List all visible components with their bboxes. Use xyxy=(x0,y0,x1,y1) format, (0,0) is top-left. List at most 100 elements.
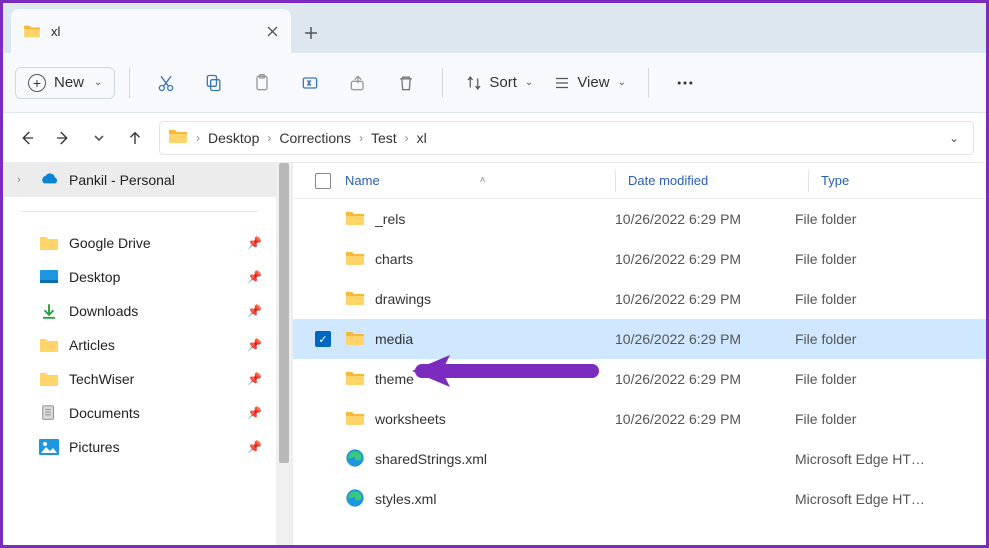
file-modified: 10/26/2022 6:29 PM xyxy=(615,331,795,347)
sidebar-item-label: TechWiser xyxy=(69,371,237,387)
folder-icon xyxy=(23,24,41,38)
sidebar-item-label: Documents xyxy=(69,405,237,421)
onedrive-icon xyxy=(39,171,59,189)
pin-icon: 📌 xyxy=(247,236,262,250)
separator xyxy=(129,68,130,98)
view-button[interactable]: View ⌄ xyxy=(545,68,634,98)
sidebar-item-techwiser[interactable]: TechWiser 📌 xyxy=(3,362,276,396)
file-row[interactable]: drawings 10/26/2022 6:29 PMFile folder xyxy=(293,279,986,319)
folder-icon xyxy=(39,234,59,252)
pin-icon: 📌 xyxy=(247,440,262,454)
downloads-icon xyxy=(39,302,59,320)
file-name: media xyxy=(375,331,413,347)
chevron-right-icon[interactable]: › xyxy=(267,131,271,145)
file-row[interactable]: charts10/26/2022 6:29 PMFile folder xyxy=(293,239,986,279)
breadcrumb-item[interactable]: Corrections xyxy=(279,130,351,146)
file-name: _rels xyxy=(375,211,405,227)
folder-icon xyxy=(345,290,365,309)
file-type: File folder xyxy=(795,211,986,227)
sort-button[interactable]: Sort ⌄ xyxy=(457,68,541,98)
new-button[interactable]: + New ⌄ xyxy=(15,67,115,99)
folder-icon xyxy=(345,410,365,429)
paste-icon[interactable] xyxy=(240,61,284,105)
nav-bar: › Desktop › Corrections › Test › xl ⌄ xyxy=(3,113,986,163)
file-list: Name ˄ Date modified Type _rels10/26/202… xyxy=(293,163,986,545)
tab-title: xl xyxy=(51,24,255,39)
delete-icon[interactable] xyxy=(384,61,428,105)
file-row[interactable]: sharedStrings.xml Microsoft Edge HT… xyxy=(293,439,986,479)
scrollbar-thumb[interactable] xyxy=(279,163,289,463)
file-name: sharedStrings.xml xyxy=(375,451,487,467)
edge-icon xyxy=(345,448,365,471)
file-name: drawings xyxy=(375,291,431,307)
file-type: File folder xyxy=(795,331,986,347)
new-tab-button[interactable] xyxy=(291,13,331,53)
chevron-right-icon[interactable]: › xyxy=(17,174,29,186)
forward-button[interactable] xyxy=(51,126,75,150)
column-modified[interactable]: Date modified xyxy=(628,173,808,188)
sidebar-item-label: Pictures xyxy=(69,439,237,455)
breadcrumb-item[interactable]: Test xyxy=(371,130,397,146)
separator xyxy=(442,68,443,98)
title-bar: xl xyxy=(3,3,986,53)
copy-icon[interactable] xyxy=(192,61,236,105)
view-label: View xyxy=(577,74,609,91)
toolbar: + New ⌄ Sort ⌄ View ⌄ xyxy=(3,53,986,113)
sidebar-item-label: Pankil - Personal xyxy=(69,172,262,188)
window-tab[interactable]: xl xyxy=(11,9,291,53)
breadcrumb-item[interactable]: xl xyxy=(417,130,427,146)
divider xyxy=(21,211,258,212)
desktop-icon xyxy=(39,268,59,286)
more-button[interactable] xyxy=(663,61,707,105)
folder-icon xyxy=(168,128,188,147)
sidebar: › Pankil - Personal Google Drive 📌 Deskt… xyxy=(3,163,293,545)
folder-icon xyxy=(345,210,365,229)
column-type[interactable]: Type xyxy=(821,173,986,188)
sidebar-item-label: Google Drive xyxy=(69,235,237,251)
file-row[interactable]: worksheets10/26/2022 6:29 PMFile folder xyxy=(293,399,986,439)
sidebar-scrollbar[interactable] xyxy=(276,163,292,545)
sidebar-item-downloads[interactable]: Downloads 📌 xyxy=(3,294,276,328)
file-name: charts xyxy=(375,251,413,267)
address-bar[interactable]: › Desktop › Corrections › Test › xl ⌄ xyxy=(159,121,974,155)
plus-icon: + xyxy=(28,74,46,92)
sidebar-item-articles[interactable]: Articles 📌 xyxy=(3,328,276,362)
sidebar-item-label: Desktop xyxy=(69,269,237,285)
separator xyxy=(648,68,649,98)
chevron-right-icon[interactable]: › xyxy=(405,131,409,145)
sidebar-item-onedrive[interactable]: › Pankil - Personal xyxy=(3,163,276,197)
back-button[interactable] xyxy=(15,126,39,150)
recent-button[interactable] xyxy=(87,126,111,150)
up-button[interactable] xyxy=(123,126,147,150)
file-row[interactable]: ✓ media 10/26/2022 6:29 PMFile folder xyxy=(293,319,986,359)
share-icon[interactable] xyxy=(336,61,380,105)
column-name[interactable]: Name xyxy=(345,173,380,188)
file-type: Microsoft Edge HT… xyxy=(795,451,986,467)
file-name: worksheets xyxy=(375,411,446,427)
close-tab-icon[interactable] xyxy=(265,24,279,38)
rename-icon[interactable] xyxy=(288,61,332,105)
sidebar-item-google-drive[interactable]: Google Drive 📌 xyxy=(3,226,276,260)
pictures-icon xyxy=(39,438,59,456)
file-modified: 10/26/2022 6:29 PM xyxy=(615,291,795,307)
chevron-down-icon: ⌄ xyxy=(618,77,626,88)
breadcrumb-item[interactable]: Desktop xyxy=(208,130,259,146)
sidebar-item-desktop[interactable]: Desktop 📌 xyxy=(3,260,276,294)
address-dropdown-icon[interactable]: ⌄ xyxy=(943,131,965,145)
sort-asc-icon: ˄ xyxy=(480,175,486,186)
cut-icon[interactable] xyxy=(144,61,188,105)
row-checkbox[interactable]: ✓ xyxy=(315,331,331,347)
folder-icon xyxy=(345,330,365,349)
file-row[interactable]: styles.xmlMicrosoft Edge HT… xyxy=(293,479,986,519)
chevron-right-icon[interactable]: › xyxy=(359,131,363,145)
sort-label: Sort xyxy=(489,74,517,91)
select-all-checkbox[interactable] xyxy=(315,173,331,189)
sidebar-item-documents[interactable]: Documents 📌 xyxy=(3,396,276,430)
pin-icon: 📌 xyxy=(247,372,262,386)
file-modified: 10/26/2022 6:29 PM xyxy=(615,371,795,387)
file-row[interactable]: _rels10/26/2022 6:29 PMFile folder xyxy=(293,199,986,239)
chevron-right-icon[interactable]: › xyxy=(196,131,200,145)
sidebar-item-pictures[interactable]: Pictures 📌 xyxy=(3,430,276,464)
file-row[interactable]: theme10/26/2022 6:29 PMFile folder xyxy=(293,359,986,399)
file-type: File folder xyxy=(795,291,986,307)
